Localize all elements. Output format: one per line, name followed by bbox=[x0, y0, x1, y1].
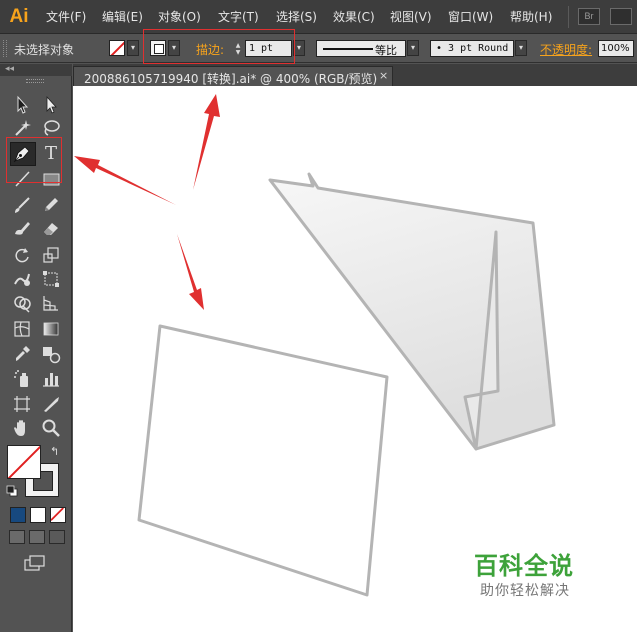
control-bar: 未选择对象 ▾ ▾ 描边: ▲ ▼ 1 pt ▾ 等比 ▾ • 3 pt Roun… bbox=[0, 34, 637, 63]
profile-label: 等比 bbox=[375, 44, 397, 57]
selection-status: 未选择对象 bbox=[14, 43, 75, 57]
menu-edit[interactable]: 编辑(E) bbox=[102, 8, 143, 25]
menu-help[interactable]: 帮助(H) bbox=[510, 8, 552, 25]
gradient-tool-icon[interactable] bbox=[40, 318, 62, 340]
warp-tool-icon[interactable] bbox=[11, 268, 33, 290]
opacity-label[interactable]: 不透明度: bbox=[540, 41, 592, 58]
swap-fill-stroke-icon[interactable]: ↰ bbox=[50, 445, 59, 458]
hand-tool-icon[interactable] bbox=[11, 417, 33, 439]
collapse-icon[interactable]: ◂◂ bbox=[5, 64, 14, 74]
toolbox-header[interactable]: ◂◂ bbox=[0, 64, 72, 76]
close-tab-icon[interactable]: × bbox=[379, 69, 388, 82]
brush-dropdown[interactable]: ▾ bbox=[515, 40, 527, 56]
blob-brush-tool-icon[interactable] bbox=[11, 217, 33, 239]
scale-tool-icon[interactable] bbox=[40, 244, 62, 266]
variable-width-profile[interactable]: 等比 bbox=[316, 40, 406, 57]
draw-inside-button[interactable] bbox=[49, 530, 65, 544]
watermark-subtitle: 助你轻松解决 bbox=[480, 583, 570, 599]
default-fill-stroke-icon[interactable] bbox=[6, 485, 18, 497]
menu-separator bbox=[568, 6, 569, 28]
toolbox: ◂◂ T ↰ bbox=[0, 64, 72, 632]
direct-selection-tool-icon[interactable] bbox=[40, 94, 62, 116]
artboard-tool-icon[interactable] bbox=[11, 393, 33, 415]
watermark: 百科全说 助你轻松解决 bbox=[472, 544, 622, 604]
app-logo: Ai bbox=[9, 6, 29, 27]
eyedropper-tool-icon[interactable] bbox=[11, 343, 33, 365]
shape-builder-tool-icon[interactable] bbox=[11, 292, 33, 314]
quadrilateral-shape bbox=[137, 324, 389, 597]
draw-behind-button[interactable] bbox=[29, 530, 45, 544]
arrange-documents-button[interactable] bbox=[610, 8, 632, 25]
stroke-annotation-box bbox=[143, 29, 295, 64]
gradient-mode-button[interactable] bbox=[30, 507, 46, 523]
draw-normal-button[interactable] bbox=[9, 530, 25, 544]
menu-file[interactable]: 文件(F) bbox=[46, 8, 86, 25]
brush-definition[interactable]: • 3 pt Round bbox=[430, 40, 514, 57]
lasso-tool-icon[interactable] bbox=[40, 117, 62, 139]
control-bar-grip[interactable] bbox=[3, 40, 7, 57]
watermark-title: 百科全说 bbox=[474, 552, 574, 580]
symbol-sprayer-tool-icon[interactable] bbox=[11, 368, 33, 390]
perspective-grid-tool-icon[interactable] bbox=[40, 292, 62, 314]
magic-wand-tool-icon[interactable] bbox=[11, 117, 33, 139]
rotate-tool-icon[interactable] bbox=[11, 244, 33, 266]
pencil-tool-icon[interactable] bbox=[40, 194, 62, 216]
menu-view[interactable]: 视图(V) bbox=[390, 8, 432, 25]
fill-dropdown[interactable]: ▾ bbox=[127, 40, 139, 56]
fill-color-box[interactable] bbox=[7, 445, 41, 479]
toolbox-grip[interactable] bbox=[26, 79, 44, 83]
color-mode-button[interactable] bbox=[10, 507, 26, 523]
profile-line-preview bbox=[323, 48, 373, 50]
eraser-tool-icon[interactable] bbox=[40, 217, 62, 239]
menu-effect[interactable]: 效果(C) bbox=[333, 8, 375, 25]
slice-tool-icon[interactable] bbox=[40, 393, 62, 415]
menu-bar: Ai 文件(F) 编辑(E) 对象(O) 文字(T) 选择(S) 效果(C) 视… bbox=[0, 0, 637, 34]
zoom-tool-icon[interactable] bbox=[40, 417, 62, 439]
pen-tool-annotation-box bbox=[6, 137, 62, 183]
change-screen-mode-icon[interactable] bbox=[23, 555, 47, 573]
fill-swatch[interactable] bbox=[109, 40, 125, 56]
column-graph-tool-icon[interactable] bbox=[40, 368, 62, 390]
none-mode-button[interactable] bbox=[50, 507, 66, 523]
document-tab[interactable]: 200886105719940 [转换].ai* @ 400% (RGB/预览)… bbox=[73, 66, 393, 86]
bridge-button[interactable]: Br bbox=[578, 8, 600, 25]
profile-dropdown[interactable]: ▾ bbox=[407, 40, 419, 56]
blend-tool-icon[interactable] bbox=[40, 343, 62, 365]
paintbrush-tool-icon[interactable] bbox=[11, 194, 33, 216]
opacity-input[interactable]: 100% bbox=[598, 40, 634, 57]
document-title: 200886105719940 [转换].ai* @ 400% (RGB/预览) bbox=[84, 72, 378, 86]
menu-window[interactable]: 窗口(W) bbox=[448, 8, 493, 25]
menu-type[interactable]: 文字(T) bbox=[218, 8, 259, 25]
selection-tool-icon[interactable] bbox=[11, 94, 33, 116]
free-transform-tool-icon[interactable] bbox=[40, 268, 62, 290]
menu-object[interactable]: 对象(O) bbox=[158, 8, 201, 25]
menu-select[interactable]: 选择(S) bbox=[276, 8, 317, 25]
mesh-tool-icon[interactable] bbox=[11, 318, 33, 340]
